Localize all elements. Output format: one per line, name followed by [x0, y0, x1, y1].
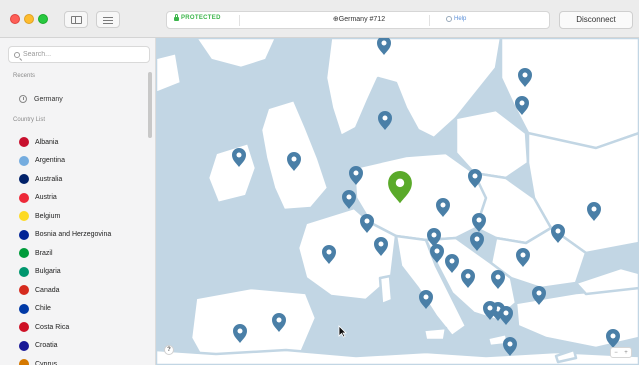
flag-icon — [19, 285, 29, 295]
list-icon — [103, 16, 113, 24]
country-item[interactable]: Argentina — [0, 152, 150, 170]
server-map[interactable] — [156, 38, 639, 365]
server-pin-icon[interactable] — [342, 190, 356, 209]
flag-icon — [19, 174, 29, 184]
country-name: Australia — [35, 175, 63, 183]
zoom-out-button[interactable]: − — [614, 350, 618, 356]
recents-heading: Recents — [13, 73, 36, 79]
divider — [429, 15, 430, 26]
country-item[interactable]: Albania — [0, 133, 150, 151]
country-name: Austria — [35, 194, 57, 201]
title-bar: PROTECTED ⊕Germany #712 Help Disconnect — [0, 0, 639, 38]
country-item[interactable]: Canada — [0, 281, 150, 299]
land-masses — [156, 38, 639, 365]
help-icon — [446, 16, 452, 22]
sidebar-scrollbar[interactable] — [148, 72, 152, 138]
country-item[interactable]: Costa Rica — [0, 318, 150, 336]
nordvpn-window: PROTECTED ⊕Germany #712 Help Disconnect … — [0, 0, 639, 365]
country-item[interactable]: Cyprus — [0, 355, 150, 365]
minimize-window-button[interactable] — [24, 14, 34, 24]
search-icon — [14, 51, 20, 58]
sidebar-icon — [70, 15, 82, 24]
server-pin-icon[interactable] — [499, 306, 513, 325]
country-name: Costa Rica — [35, 323, 70, 331]
flag-icon — [19, 359, 29, 365]
clock-icon — [19, 95, 27, 103]
country-name: Chile — [35, 305, 51, 312]
country-item[interactable]: Bulgaria — [0, 263, 150, 281]
country-name: Croatia — [35, 342, 58, 349]
country-name: Albania — [35, 138, 59, 146]
country-name: Cyprus — [35, 360, 58, 365]
search-input[interactable] — [23, 51, 143, 58]
country-name: Bulgaria — [35, 268, 61, 275]
europe-map — [156, 38, 639, 365]
flag-icon — [19, 229, 29, 240]
country-name: Brazil — [35, 249, 53, 257]
recent-item-label: Germany — [34, 95, 63, 103]
country-item[interactable]: Australia — [0, 170, 150, 188]
country-name: Canada — [35, 286, 60, 294]
map-help-button[interactable]: ? — [164, 345, 174, 355]
connection-status-bar: PROTECTED ⊕Germany #712 Help — [166, 11, 550, 29]
help-label: Help — [454, 16, 467, 22]
flag-icon — [19, 340, 29, 351]
country-item[interactable]: Croatia — [0, 337, 150, 355]
flag-icon — [19, 155, 29, 166]
country-item[interactable]: Brazil — [0, 244, 150, 262]
flag-icon — [19, 192, 29, 203]
help-link[interactable]: Help — [446, 16, 466, 22]
country-name: Bosnia and Herzegovina — [35, 231, 112, 238]
country-name: Argentina — [35, 157, 65, 164]
flag-icon — [19, 303, 29, 314]
zoom-control[interactable]: − + — [610, 347, 632, 358]
country-item[interactable]: Austria — [0, 189, 150, 207]
zoom-in-button[interactable]: + — [624, 350, 628, 356]
country-item[interactable]: Belgium — [0, 207, 150, 225]
flag-icon — [19, 137, 29, 147]
disconnect-button[interactable]: Disconnect — [559, 11, 633, 29]
flag-icon — [19, 211, 29, 221]
country-item[interactable]: Chile — [0, 300, 150, 318]
list-view-button[interactable] — [96, 11, 120, 28]
connected-server: ⊕Germany #712 — [167, 15, 551, 23]
connected-server-label: Germany #712 — [338, 16, 386, 23]
country-item[interactable]: Bosnia and Herzegovina — [0, 226, 150, 244]
mouse-cursor-icon — [338, 325, 347, 338]
server-pin-icon[interactable] — [378, 111, 392, 130]
sidebar: Recents Germany Country List Albania Arge… — [0, 38, 156, 365]
zoom-window-button[interactable] — [38, 14, 48, 24]
recent-item-germany[interactable]: Germany — [13, 92, 63, 106]
flag-icon — [19, 266, 29, 277]
flag-icon — [19, 322, 29, 332]
flag-icon — [19, 248, 29, 258]
close-window-button[interactable] — [10, 14, 20, 24]
search-box[interactable] — [8, 46, 150, 63]
toggle-sidebar-button[interactable] — [64, 11, 88, 28]
country-name: Belgium — [35, 212, 61, 220]
country-list-heading: Country List — [13, 117, 46, 123]
